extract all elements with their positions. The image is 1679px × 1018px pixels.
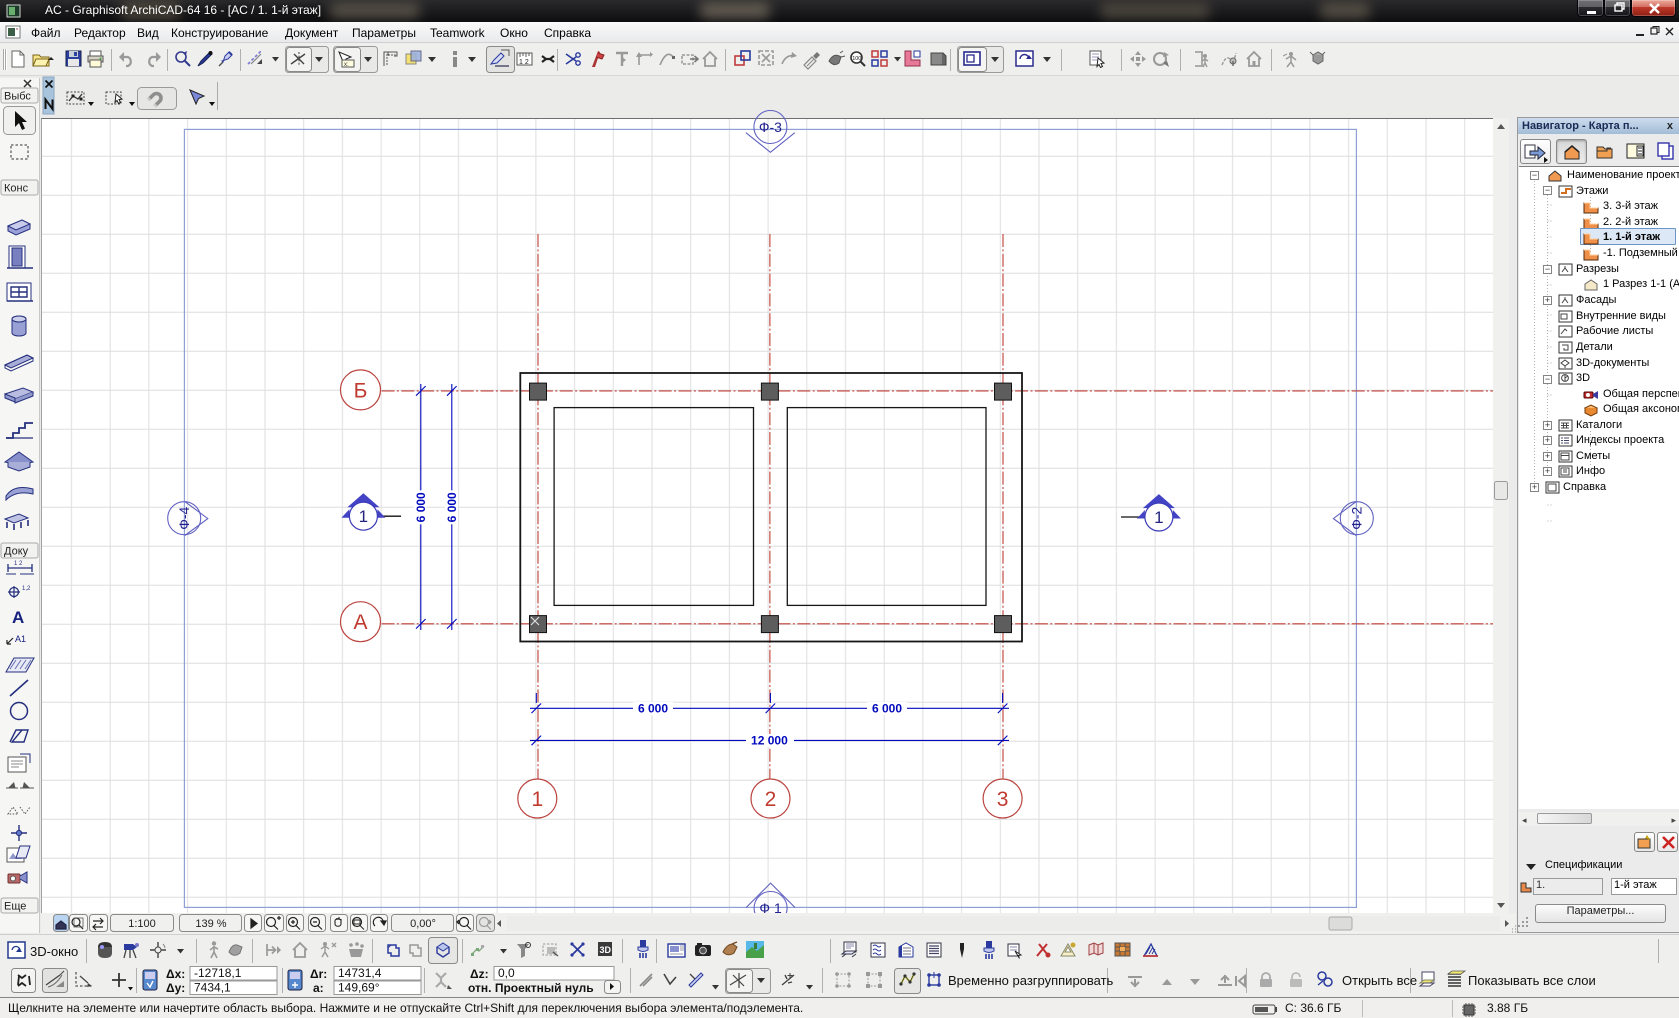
svg-text:Δx:: Δx: <box>166 967 185 981</box>
svg-text:x:: x: <box>344 62 349 68</box>
svg-text:а:: а: <box>313 981 324 995</box>
svg-text:139 %: 139 % <box>195 918 226 930</box>
svg-text:1 2: 1 2 <box>14 561 23 567</box>
svg-text:3D: 3D <box>600 945 612 955</box>
svg-text:Еще: Еще <box>4 901 26 913</box>
svg-text:Δz:: Δz: <box>470 967 489 981</box>
svg-text:1:100: 1:100 <box>128 918 156 930</box>
svg-text:А: А <box>353 611 367 634</box>
svg-text:149,69°: 149,69° <box>338 981 380 995</box>
svg-text:Ф-2: Ф-2 <box>1349 506 1365 529</box>
svg-text:Конс: Конс <box>4 183 29 195</box>
svg-text:14731,4: 14731,4 <box>338 966 382 980</box>
svg-text:1: 1 <box>1154 508 1163 527</box>
svg-text:1 2: 1 2 <box>519 59 529 66</box>
svg-text:12 000: 12 000 <box>751 734 788 748</box>
svg-text:6 000: 6 000 <box>414 492 428 522</box>
svg-text:Показывать все слои: Показывать все слои <box>1468 973 1596 988</box>
svg-text:Выбс: Выбс <box>4 91 31 103</box>
svg-text:0,00°: 0,00° <box>410 918 436 930</box>
svg-text:Б: Б <box>354 379 368 402</box>
svg-text:Ф-3: Ф-3 <box>759 119 782 135</box>
svg-text:1: 1 <box>531 788 543 811</box>
svg-text:3D-окно: 3D-окно <box>30 944 78 959</box>
svg-text:100: 100 <box>852 56 861 62</box>
svg-text:1: 1 <box>359 507 368 526</box>
svg-text:Δr:: Δr: <box>310 967 327 981</box>
svg-text:6 000: 6 000 <box>872 702 902 716</box>
svg-text:7434,1: 7434,1 <box>194 981 231 995</box>
svg-text:A: A <box>12 608 24 627</box>
svg-text:6 000: 6 000 <box>445 492 459 522</box>
svg-text:Δy:: Δy: <box>166 981 185 995</box>
svg-text:6 000: 6 000 <box>638 702 668 716</box>
svg-text:0,0: 0,0 <box>498 966 515 980</box>
svg-text:Доку: Доку <box>4 546 29 558</box>
svg-text:2: 2 <box>765 788 777 811</box>
svg-text:Открыть все: Открыть все <box>1342 973 1417 988</box>
svg-text:-12718,1: -12718,1 <box>194 966 242 980</box>
svg-text:1,2: 1,2 <box>22 586 31 592</box>
svg-text:Временно разгруппировать: Временно разгруппировать <box>948 973 1114 988</box>
svg-text:Ф-4: Ф-4 <box>176 506 192 529</box>
svg-text:отн. Проектный нуль: отн. Проектный нуль <box>468 981 594 995</box>
svg-text:A1: A1 <box>15 634 26 644</box>
svg-text:3: 3 <box>997 788 1009 811</box>
